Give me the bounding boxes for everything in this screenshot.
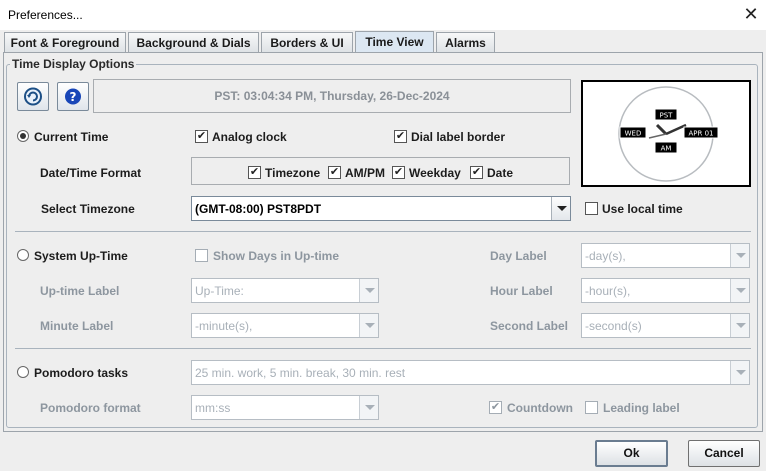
date-option-label: Date [487,166,514,180]
tab-font-foreground[interactable]: Font & Foreground [4,32,126,53]
countdown-label: Countdown [507,401,573,415]
hour-label-select[interactable]: -hour(s), [581,278,750,303]
help-button[interactable]: ? [57,82,89,111]
dial-label-border-checkbox[interactable]: ✔ [394,130,407,143]
system-uptime-radio[interactable] [17,249,29,261]
current-time-label: Current Time [34,130,109,144]
group-title: Time Display Options [10,57,137,71]
tab-time-view[interactable]: Time View [355,31,434,53]
tab-background-dials[interactable]: Background & Dials [128,32,259,53]
uptime-label-select[interactable]: Up-Time: [191,278,379,303]
second-label-select[interactable]: -second(s) [581,313,750,338]
day-label-label: Day Label [490,249,547,263]
close-icon[interactable]: ✕ [742,4,760,24]
clock-bottom-label: AM [661,145,672,153]
chevron-down-icon[interactable] [359,279,378,302]
tab-borders-ui[interactable]: Borders & UI [261,32,353,53]
pomodoro-format-label: Pomodoro format [40,401,141,415]
chevron-down-icon[interactable] [551,197,570,220]
time-display-field: PST: 03:04:34 PM, Thursday, 26-Dec-2024 [93,79,571,113]
title-bar [0,0,766,30]
leading-label-checkbox[interactable] [585,401,598,414]
clock-left-label: WED [625,130,642,138]
select-timezone-label: Select Timezone [41,202,135,216]
system-uptime-label: System Up-Time [34,249,128,263]
weekday-option-label: Weekday [409,166,461,180]
timezone-checkbox[interactable]: ✔ [248,166,261,179]
analog-clock-icon: PST WED APR 01 AM [618,86,719,182]
chevron-down-icon[interactable] [730,361,749,384]
analog-clock-label: Analog clock [212,130,287,144]
date-time-format-label: Date/Time Format [40,166,142,180]
refresh-icon [24,87,42,106]
timezone-select[interactable]: (GMT-08:00) PST8PDT [191,196,571,221]
chevron-down-icon[interactable] [730,314,749,337]
pomodoro-format-select[interactable]: mm:ss [191,395,379,420]
analog-clock-checkbox[interactable]: ✔ [195,130,208,143]
uptime-label-value: Up-Time: [195,284,244,298]
use-local-time-checkbox[interactable] [585,202,598,215]
tab-alarms[interactable]: Alarms [436,32,495,53]
second-label-label: Second Label [490,319,569,333]
pomodoro-tasks-select[interactable]: 25 min. work, 5 min. break, 30 min. rest [191,360,750,385]
date-checkbox[interactable]: ✔ [470,166,483,179]
weekday-checkbox[interactable]: ✔ [392,166,405,179]
hour-label-value: -hour(s), [585,284,631,298]
show-days-checkbox[interactable] [195,249,208,262]
second-label-value: -second(s) [585,319,642,333]
clock-preview: PST WED APR 01 AM [581,80,751,187]
use-local-time-label: Use local time [602,202,683,216]
clock-top-label: PST [660,112,674,120]
chevron-down-icon[interactable] [359,396,378,419]
svg-text:?: ? [70,90,77,104]
ampm-option-label: AM/PM [345,166,385,180]
day-label-select[interactable]: -day(s), [581,243,750,268]
dial-label-border-label: Dial label border [411,130,506,144]
timezone-option-label: Timezone [265,166,321,180]
separator [15,348,751,349]
separator [15,231,751,232]
day-label-value: -day(s), [585,249,626,263]
pomodoro-format-value: mm:ss [195,401,231,415]
chevron-down-icon[interactable] [359,314,378,337]
timezone-value: (GMT-08:00) PST8PDT [195,202,322,216]
current-time-radio[interactable] [17,130,29,142]
minute-label-label: Minute Label [40,319,114,333]
refresh-button[interactable] [17,82,49,111]
minute-label-value: -minute(s), [195,319,253,333]
pomodoro-tasks-label: Pomodoro tasks [34,366,129,380]
window-title: Preferences... [8,8,83,22]
minute-label-select[interactable]: -minute(s), [191,313,379,338]
countdown-checkbox[interactable]: ✔ [489,401,502,414]
pomodoro-tasks-value: 25 min. work, 5 min. break, 30 min. rest [195,366,406,380]
chevron-down-icon[interactable] [730,244,749,267]
ok-button[interactable]: Ok [595,440,668,467]
ampm-checkbox[interactable]: ✔ [328,166,341,179]
pomodoro-radio[interactable] [17,366,29,378]
uptime-label-label: Up-time Label [40,284,120,298]
help-icon: ? [65,88,81,105]
show-days-label: Show Days in Up-time [213,249,340,263]
hour-label-label: Hour Label [490,284,553,298]
leading-label-label: Leading label [603,401,680,415]
cancel-button[interactable]: Cancel [688,440,760,467]
clock-right-label: APR 01 [688,130,713,138]
chevron-down-icon[interactable] [730,279,749,302]
